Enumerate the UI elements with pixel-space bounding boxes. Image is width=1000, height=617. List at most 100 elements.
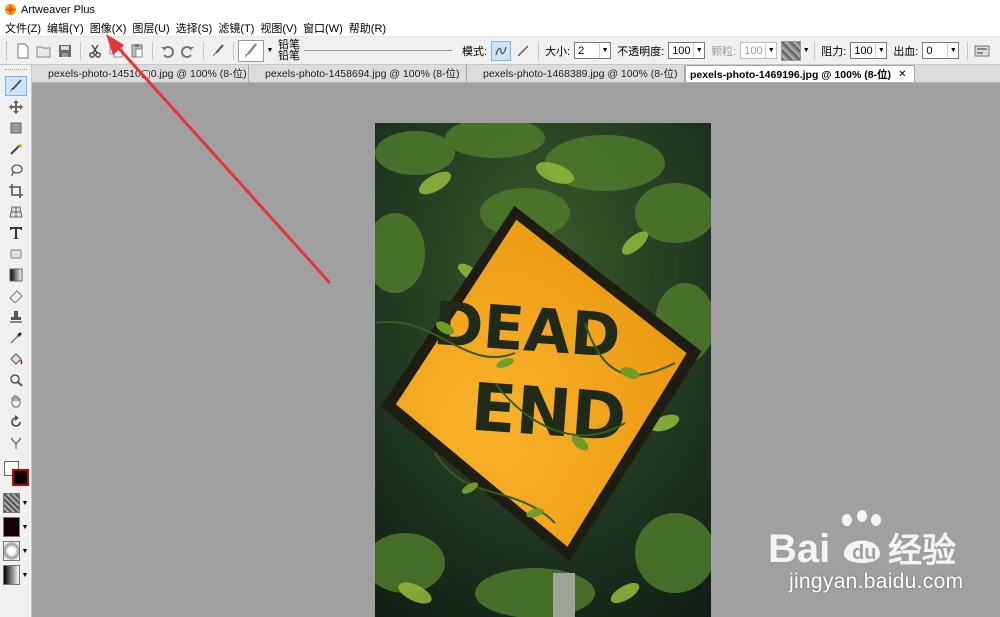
baidu-watermark: Bai du 经验 jingyan.baidu.com — [762, 506, 1000, 602]
mode-label: 模式: — [462, 45, 488, 58]
document-image[interactable]: DEAD END — [375, 123, 711, 617]
brush-preview[interactable] — [238, 39, 264, 62]
lasso-tool-icon[interactable] — [5, 160, 27, 180]
sign-line2: END — [469, 369, 629, 457]
brush-tool-icon[interactable] — [208, 41, 228, 61]
move-tool-icon[interactable] — [5, 97, 27, 117]
redo-icon[interactable] — [178, 41, 198, 61]
gradient-preset[interactable]: ▼ — [2, 565, 29, 585]
chevron-down-icon[interactable]: ▼ — [765, 43, 776, 58]
mode-line-icon[interactable] — [513, 41, 533, 61]
close-icon[interactable]: ✕ — [898, 69, 906, 80]
toolbar-separator — [203, 41, 204, 60]
chevron-down-icon[interactable]: ▼ — [802, 40, 810, 62]
new-file-icon[interactable] — [13, 41, 33, 61]
tab-label: pexels-photo-1468389.jpg @ 100% (8-位) — [483, 68, 678, 80]
tab-label: pexels-photo-14510▢0.jpg @ 100% (8-位) — [48, 68, 247, 80]
menu-window[interactable]: 窗口(W) — [302, 20, 348, 36]
size-label: 大小: — [545, 45, 571, 58]
bleed-select[interactable]: 0 ▼ — [922, 42, 960, 59]
resistance-select[interactable]: 100 ▼ — [850, 42, 888, 59]
undo-icon[interactable] — [157, 41, 177, 61]
toolbar-separator — [152, 41, 153, 60]
copy-icon[interactable] — [106, 41, 126, 61]
save-icon[interactable] — [55, 41, 75, 61]
background-color[interactable] — [11, 469, 29, 486]
eyedropper-tool-icon[interactable] — [5, 328, 27, 348]
menu-help[interactable]: 帮助(R) — [348, 20, 391, 36]
open-file-icon[interactable] — [34, 41, 54, 61]
crop-tool-icon[interactable] — [5, 181, 27, 201]
pencil-tool-icon[interactable] — [4, 76, 27, 96]
brush-texture-preset[interactable]: ▼ — [2, 493, 29, 513]
menu-layer[interactable]: 图层(U) — [131, 20, 174, 36]
gradient-preset-swatch[interactable] — [2, 565, 20, 585]
size-value: 2 — [578, 44, 585, 57]
menu-view[interactable]: 视图(V) — [259, 20, 302, 36]
rect-select-tool-icon[interactable] — [5, 118, 27, 138]
brush-shape-swatch[interactable] — [2, 541, 20, 561]
brush-divider — [304, 50, 452, 51]
chevron-down-icon[interactable]: ▼ — [22, 524, 29, 531]
opacity-value: 100 — [672, 44, 691, 57]
pattern-preset-swatch[interactable] — [2, 517, 20, 537]
menu-filter[interactable]: 滤镜(T) — [217, 20, 259, 36]
tab-document-4[interactable]: pexels-photo-1469196.jpg @ 100% (8-位) ✕ — [685, 65, 916, 82]
tab-document-2[interactable]: pexels-photo-1458694.jpg @ 100% (8-位) — [249, 65, 467, 82]
mode-freehand-icon[interactable] — [491, 40, 512, 61]
svg-text:du: du — [852, 542, 876, 564]
menu-file[interactable]: 文件(Z) — [4, 20, 46, 36]
chevron-down-icon[interactable]: ▼ — [875, 43, 886, 58]
watermark-brand-right: 经验 — [888, 531, 956, 571]
panel-grip[interactable] — [4, 69, 27, 72]
tab-document-3[interactable]: pexels-photo-1468389.jpg @ 100% (8-位) — [467, 65, 685, 82]
title-bar: Artweaver Plus — [0, 0, 1000, 19]
zoom-tool-icon[interactable] — [5, 370, 27, 390]
brush-shape-preset[interactable]: ▼ — [2, 541, 29, 561]
color-swatches[interactable] — [2, 459, 30, 489]
options-toolbar: ▼ 铅笔 铅笔 模式: 大小: 2 ▼ 不透明度: 100 ▼ 颗粒: 100 … — [0, 37, 1000, 65]
chevron-down-icon[interactable]: ▼ — [947, 43, 958, 58]
chevron-down-icon[interactable]: ▼ — [599, 43, 610, 58]
toolbar-separator — [233, 41, 234, 60]
bleed-label: 出血: — [893, 45, 919, 58]
toolbar-grip[interactable] — [6, 41, 9, 60]
texture-swatch[interactable] — [781, 40, 802, 61]
eraser-tool-icon[interactable] — [5, 286, 27, 306]
size-select[interactable]: 2 ▼ — [574, 42, 612, 59]
cut-icon[interactable] — [85, 41, 105, 61]
perspective-tool-icon[interactable] — [5, 202, 27, 222]
opacity-select[interactable]: 100 ▼ — [668, 42, 706, 59]
chevron-down-icon[interactable]: ▼ — [693, 43, 704, 58]
gradient-tool-icon[interactable] — [5, 265, 27, 285]
menu-bar: 文件(Z) 编辑(Y) 图像(X) 图层(U) 选择(S) 滤镜(T) 视图(V… — [0, 19, 1000, 37]
magic-wand-tool-icon[interactable] — [5, 139, 27, 159]
grain-select[interactable]: 100 ▼ — [740, 42, 778, 59]
grain-label: 颗粒: — [711, 45, 737, 58]
palette-options-icon[interactable] — [972, 41, 992, 61]
tools-panel: ▼ ▼ ▼ ▼ — [0, 65, 32, 617]
clone-stamp-tool-icon[interactable] — [5, 307, 27, 327]
menu-select[interactable]: 选择(S) — [175, 20, 218, 36]
chevron-down-icon[interactable]: ▼ — [22, 500, 29, 507]
menu-image[interactable]: 图像(X) — [89, 20, 132, 36]
texture-preset-swatch[interactable] — [2, 493, 20, 513]
watermark-brand-left: Bai — [768, 527, 830, 571]
watermark-url: jingyan.baidu.com — [789, 570, 964, 593]
menu-edit[interactable]: 编辑(Y) — [46, 20, 89, 36]
photo-dead-end-sign: DEAD END — [375, 123, 711, 617]
brush-name: 铅笔 — [278, 49, 300, 62]
paint-bucket-tool-icon[interactable] — [5, 349, 27, 369]
hand-tool-icon[interactable] — [5, 391, 27, 411]
chevron-down-icon[interactable]: ▼ — [22, 548, 29, 555]
paste-icon[interactable] — [127, 41, 147, 61]
pattern-preset[interactable]: ▼ — [2, 517, 29, 537]
shape-tool-icon[interactable] — [5, 244, 27, 264]
text-tool-icon[interactable] — [5, 223, 27, 243]
toolbar-separator — [80, 41, 81, 60]
rotate-tool-icon[interactable] — [5, 412, 27, 432]
chevron-down-icon[interactable]: ▼ — [22, 572, 29, 579]
chevron-down-icon[interactable]: ▼ — [266, 40, 274, 62]
transform-tool-icon[interactable] — [5, 433, 27, 453]
tab-document-1[interactable]: pexels-photo-14510▢0.jpg @ 100% (8-位) — [32, 65, 249, 82]
